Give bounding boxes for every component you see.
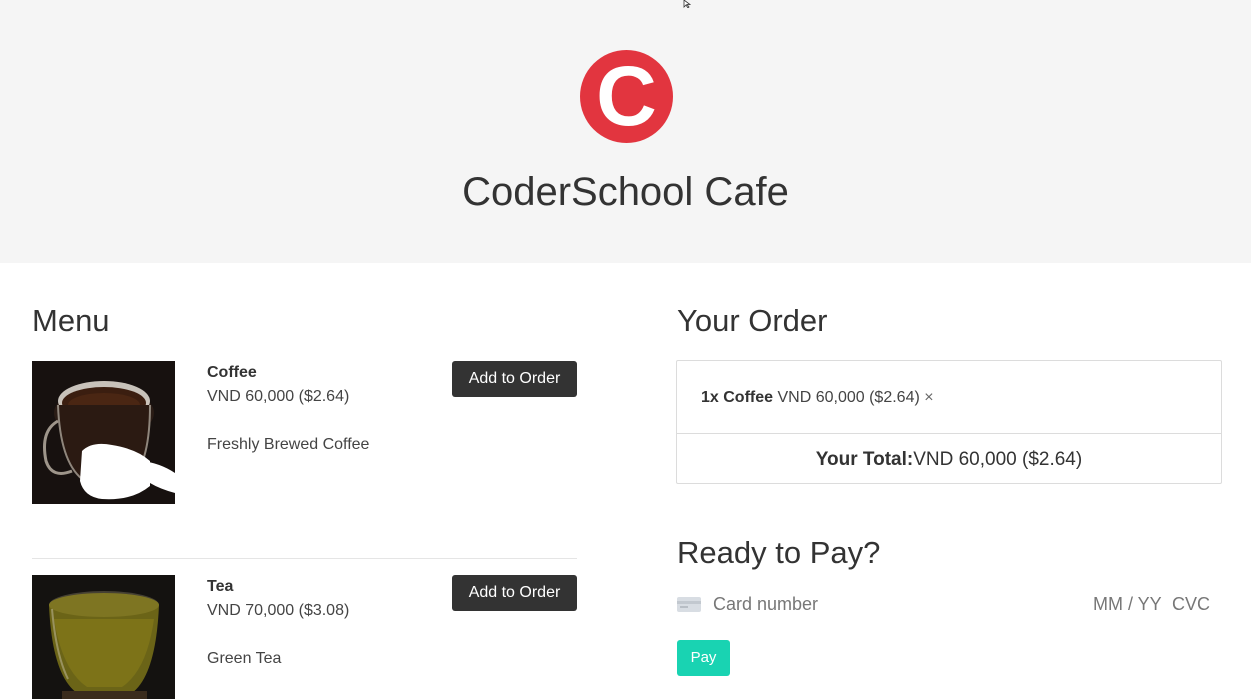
card-cvc-input[interactable] xyxy=(1172,592,1217,616)
card-number-input[interactable] xyxy=(713,592,1013,616)
menu-item-description: Freshly Brewed Coffee xyxy=(207,436,370,453)
order-summary: 1x Coffee VND 60,000 ($2.64) × Your Tota… xyxy=(676,360,1222,484)
pay-button[interactable]: Pay xyxy=(677,640,730,676)
order-line-item: 1x Coffee VND 60,000 ($2.64) × xyxy=(701,388,934,408)
total-label: Your Total: xyxy=(815,449,914,470)
hero-header: C CoderSchool Cafe xyxy=(0,0,1251,263)
menu-item-name: Tea xyxy=(207,578,234,595)
card-element xyxy=(677,592,1220,616)
menu-item-name: Coffee xyxy=(207,364,257,381)
menu-divider xyxy=(32,558,577,559)
menu-item-price: VND 60,000 ($2.64) xyxy=(207,388,350,405)
green-tea-cup-photo xyxy=(32,575,175,699)
remove-item-icon[interactable]: × xyxy=(924,389,933,406)
card-chip xyxy=(680,606,688,608)
coffee-image xyxy=(32,361,175,504)
coffee-cup-photo xyxy=(32,361,175,504)
order-heading: Your Order xyxy=(677,303,828,338)
menu-item-price: VND 70,000 ($3.08) xyxy=(207,602,350,619)
site-title: CoderSchool Cafe xyxy=(462,170,789,214)
add-coffee-button[interactable]: Add to Order xyxy=(452,361,577,397)
menu-item-description: Green Tea xyxy=(207,650,282,667)
credit-card-icon xyxy=(677,597,701,612)
order-total: Your Total:VND 60,000 ($2.64) xyxy=(677,448,1221,472)
card-stripe xyxy=(677,601,701,604)
logo-letter: C xyxy=(596,49,657,143)
total-value: VND 60,000 ($2.64) xyxy=(913,449,1083,470)
card-expiry-input[interactable] xyxy=(1093,592,1163,616)
cafe-logo: C xyxy=(580,50,673,143)
mouse-cursor-icon xyxy=(683,0,691,8)
tea-image xyxy=(32,575,175,699)
payment-heading: Ready to Pay? xyxy=(677,535,881,570)
order-item-name: 1x Coffee xyxy=(701,389,774,406)
add-tea-button[interactable]: Add to Order xyxy=(452,575,577,611)
order-item-price: VND 60,000 ($2.64) xyxy=(777,389,920,406)
order-divider xyxy=(677,433,1221,434)
menu-heading: Menu xyxy=(32,303,110,338)
